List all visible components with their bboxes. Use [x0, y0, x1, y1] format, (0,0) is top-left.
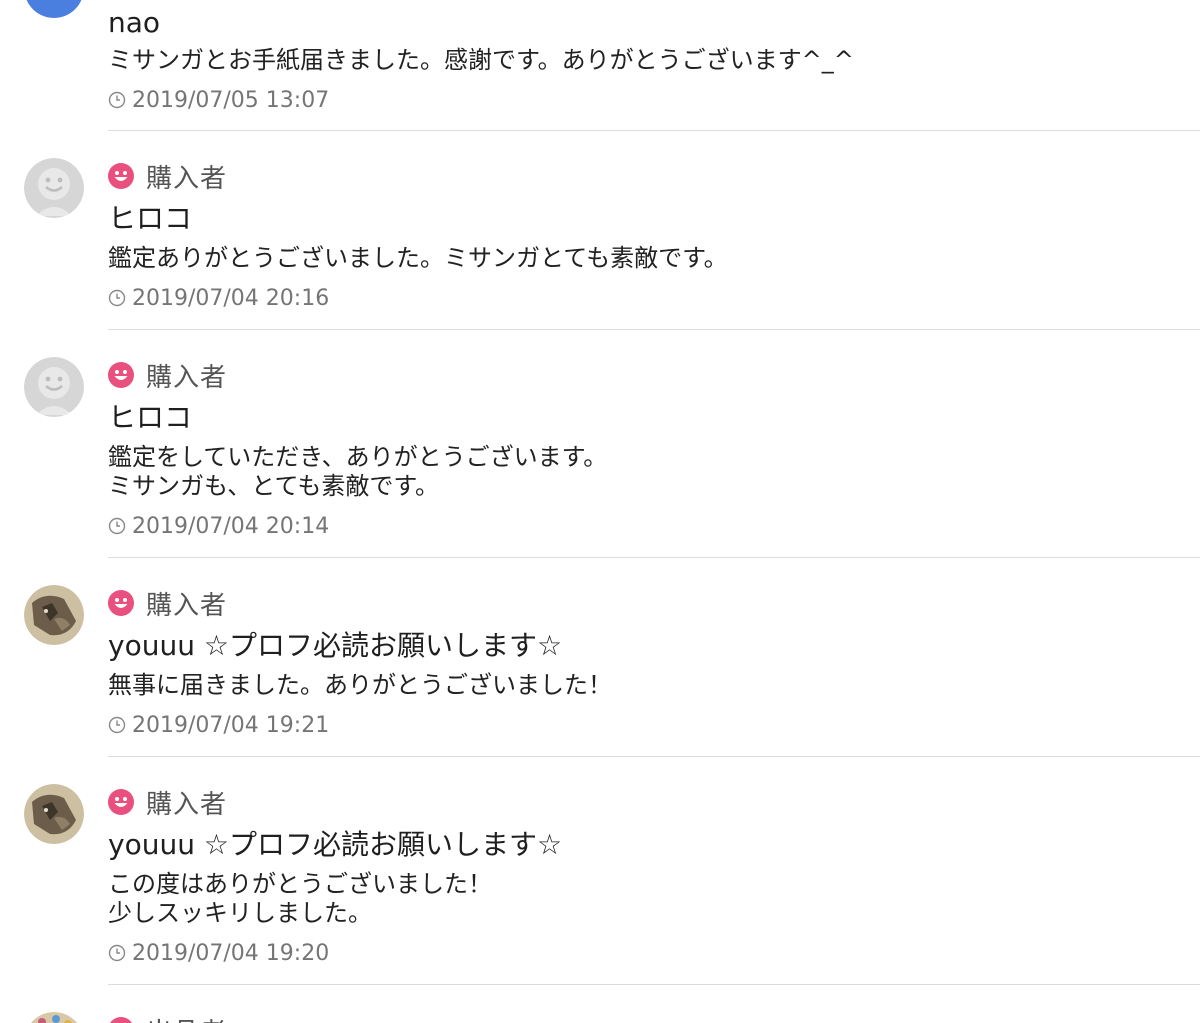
avatar[interactable]: [24, 784, 84, 844]
role-row: 購入者: [108, 160, 1200, 194]
divider: [108, 756, 1200, 757]
smiley-icon: [110, 1017, 132, 1023]
clock-icon: [108, 716, 126, 734]
avatar[interactable]: [24, 585, 84, 645]
smiley-icon: [108, 590, 134, 616]
review-date-row: 2019/07/04 19:21: [108, 710, 1200, 740]
reviewer-name[interactable]: youuu ☆プロフ必読お願いします☆: [108, 826, 1200, 864]
review-date: 2019/07/04 20:16: [132, 285, 330, 311]
review-date-row: 2019/07/04 20:14: [108, 511, 1200, 541]
reviewer-name[interactable]: nao: [108, 4, 1200, 42]
clock-icon: [108, 944, 126, 962]
review-date: 2019/07/04 19:21: [132, 712, 330, 738]
role-label: 出品者: [146, 1012, 227, 1023]
avatar[interactable]: [24, 357, 84, 417]
reviewer-name[interactable]: ヒロコ: [108, 399, 1200, 437]
role-label: 購入者: [146, 163, 228, 194]
review-date-row: 2019/07/04 20:16: [108, 283, 1200, 313]
role-label: 購入者: [146, 789, 228, 820]
divider: [108, 984, 1200, 985]
review-date-row: 2019/07/05 13:07: [108, 85, 1200, 115]
review-date: 2019/07/04 19:20: [132, 940, 330, 966]
role-label: 購入者: [146, 590, 228, 621]
role-row: 購入者: [108, 359, 1200, 393]
clock-icon: [108, 289, 126, 307]
smiley-icon: [108, 362, 134, 388]
review-date-row: 2019/07/04 19:20: [108, 938, 1200, 968]
role-row: 購入者: [108, 786, 1200, 820]
review-date: 2019/07/04 20:14: [132, 513, 330, 539]
divider: [108, 329, 1200, 330]
role-label: 購入者: [146, 362, 228, 393]
avatar[interactable]: [24, 158, 84, 218]
role-row: 購入者: [108, 587, 1200, 621]
clock-icon: [108, 91, 126, 109]
reviewer-name[interactable]: youuu ☆プロフ必読お願いします☆: [108, 627, 1200, 665]
review-message: この度はありがとうございました！ 少しスッキリしました。: [108, 870, 492, 927]
avatar[interactable]: [24, 1012, 84, 1023]
review-message: 鑑定ありがとうございました。ミサンガとても素敵です。: [108, 244, 728, 272]
review-date: 2019/07/05 13:07: [132, 87, 330, 113]
avatar[interactable]: [24, 0, 84, 18]
reviewer-name[interactable]: ヒロコ: [108, 200, 1200, 238]
smiley-icon: [108, 163, 134, 189]
divider: [108, 130, 1200, 131]
review-message: 鑑定をしていただき、ありがとうございます。 ミサンガも、とても素敵です。: [108, 443, 608, 500]
role-row: 出品者: [108, 1014, 1200, 1023]
review-message: 無事に届きました。ありがとうございました！: [108, 671, 612, 699]
smiley-icon: [108, 789, 134, 815]
review-message: ミサンガとお手紙届きました。感謝です。ありがとうございます^_^: [108, 46, 854, 74]
divider: [108, 557, 1200, 558]
review-list: nao ミサンガとお手紙届きました。感謝です。ありがとうございます^_^ 201…: [0, 0, 1200, 1023]
clock-icon: [108, 517, 126, 535]
